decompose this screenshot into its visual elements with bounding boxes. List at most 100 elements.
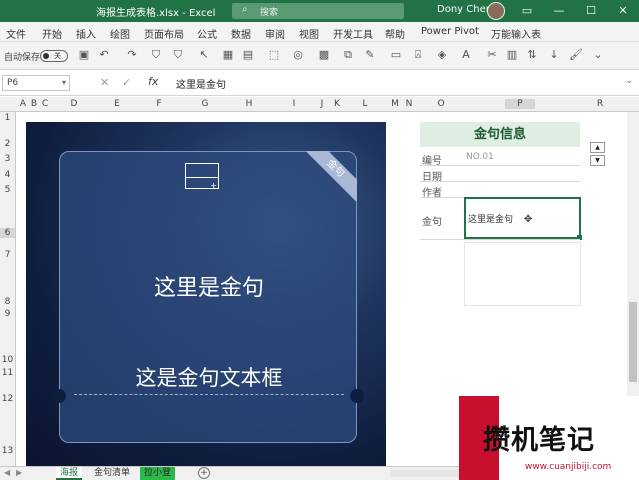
poster-image[interactable]: 金句 这里是金句 这是金句文本框 [26, 122, 386, 466]
column-header[interactable]: I [284, 99, 304, 109]
row-header[interactable]: 4 [0, 170, 15, 180]
row-header[interactable]: 7 [0, 250, 15, 260]
column-header-selected[interactable]: P [505, 99, 535, 109]
title-bar: 海报生成表格.xlsx - Excel ⌕ 搜索 Dony Chen ▭ — ☐… [0, 0, 639, 22]
poster-textbox[interactable]: 这是金句文本框 [60, 362, 358, 392]
menu-insert[interactable]: 插入 [76, 26, 96, 41]
menu-data[interactable]: 数据 [231, 26, 251, 41]
ribbon-display-icon[interactable]: ▭ [514, 2, 540, 20]
maximize-button[interactable]: ☐ [578, 2, 604, 20]
table-icon[interactable]: ▦ [220, 47, 236, 63]
sort-az-icon[interactable]: ↓ [546, 47, 562, 63]
window-title: 海报生成表格.xlsx - Excel [96, 8, 216, 19]
cancel-icon[interactable]: ✕ [100, 76, 109, 89]
shapes-icon[interactable]: ◎ [290, 47, 306, 63]
avatar[interactable] [487, 2, 505, 20]
row-headers: 1 2 3 4 5 6 7 8 9 10 11 12 13 [0, 112, 16, 466]
filter-advanced-icon[interactable]: ⛉ [170, 47, 186, 63]
menu-wanneng[interactable]: 万能输入表 [491, 26, 541, 41]
minimize-button[interactable]: — [546, 2, 572, 20]
field-value-id[interactable]: NO.01 [466, 152, 494, 162]
sheet-tab-laxiaodeng[interactable]: 拉小登 [140, 467, 176, 480]
close-button[interactable]: ✕ [610, 2, 636, 20]
cut-icon[interactable]: ✂ [484, 47, 500, 63]
insert-function-button[interactable]: fx [148, 75, 158, 88]
row-header-selected[interactable]: 6 [0, 228, 15, 238]
row-header[interactable]: 3 [0, 154, 15, 164]
autosave-label: 自动保存 [4, 53, 41, 63]
column-header[interactable]: J [312, 99, 332, 109]
pointer-icon[interactable]: ↖ [196, 47, 212, 63]
edit-icon[interactable]: ✎ [362, 47, 378, 63]
menu-view[interactable]: 视图 [299, 26, 319, 41]
row-header[interactable]: 13 [0, 446, 15, 456]
column-header[interactable]: E [98, 99, 136, 109]
menu-home[interactable]: 开始 [42, 26, 62, 41]
menu-file[interactable]: 文件 [6, 26, 26, 41]
search-box[interactable]: ⌕ 搜索 [232, 3, 404, 19]
sheet-tab-poster[interactable]: 海报 [56, 467, 83, 480]
row-header[interactable]: 11 [0, 368, 15, 378]
menu-page-layout[interactable]: 页面布局 [144, 26, 184, 41]
expand-formula-icon[interactable]: ⌄ [625, 76, 633, 86]
image-icon[interactable]: ▩ [316, 47, 332, 63]
filter-icon[interactable]: ⛉ [148, 47, 164, 63]
column-header[interactable]: D [55, 99, 93, 109]
redo-icon[interactable]: ↷ [124, 47, 140, 63]
spin-down-icon[interactable]: ▼ [590, 155, 605, 166]
column-header[interactable]: O [426, 99, 456, 109]
row-header[interactable]: 2 [0, 139, 15, 149]
row-header[interactable]: 9 [0, 309, 15, 319]
column-header[interactable]: N [402, 99, 416, 109]
add-sheet-button[interactable]: + [198, 467, 210, 479]
customize-qat-icon[interactable]: ⌄ [590, 47, 606, 63]
menu-review[interactable]: 审阅 [265, 26, 285, 41]
crop-icon[interactable]: ⧉ [340, 47, 356, 63]
prev-sheet-icon[interactable]: ◀ [4, 468, 10, 477]
row-header[interactable]: 10 [0, 355, 15, 365]
column-header[interactable]: C [40, 99, 50, 109]
column-header[interactable]: B [29, 99, 39, 109]
formula-input[interactable]: 这里是金句 [176, 76, 226, 91]
poster-quote[interactable]: 这里是金句 [60, 270, 358, 302]
autosave-toggle[interactable]: 关 [40, 50, 68, 62]
empty-cell-region[interactable] [464, 242, 581, 306]
row-header[interactable]: 5 [0, 185, 15, 195]
column-header[interactable]: R [590, 99, 610, 109]
column-header[interactable]: M [388, 99, 402, 109]
menu-developer[interactable]: 开发工具 [333, 26, 373, 41]
sort-icon[interactable]: ⇅ [524, 47, 540, 63]
undo-icon[interactable]: ↶ [96, 47, 112, 63]
name-box[interactable]: P6 [2, 75, 70, 91]
column-header[interactable]: A [18, 99, 28, 109]
save-icon[interactable]: ▣ [76, 47, 92, 63]
chart-icon[interactable]: ▤ [240, 47, 256, 63]
spin-control[interactable]: ▲ ▼ [590, 142, 605, 166]
user-name[interactable]: Dony Chen [437, 4, 492, 15]
wordart-icon[interactable]: ⍓ [410, 47, 426, 63]
row-header[interactable]: 12 [0, 394, 15, 404]
column-header[interactable]: F [140, 99, 178, 109]
column-header[interactable]: K [330, 99, 344, 109]
paste-icon[interactable]: ▥ [504, 47, 520, 63]
column-header[interactable]: L [350, 99, 380, 109]
textbox-icon[interactable]: ▭ [388, 47, 404, 63]
format-painter-icon[interactable]: 🖌 [568, 47, 584, 63]
column-header[interactable]: H [230, 99, 268, 109]
menu-power-pivot[interactable]: Power Pivot [421, 26, 479, 37]
menu-draw[interactable]: 绘图 [110, 26, 130, 41]
spin-up-icon[interactable]: ▲ [590, 142, 605, 153]
fill-color-icon[interactable]: ◈ [434, 47, 450, 63]
row-header[interactable]: 1 [0, 113, 15, 123]
column-header[interactable]: G [186, 99, 224, 109]
font-color-icon[interactable]: A [458, 47, 474, 63]
selected-cell-p6[interactable]: 这里是金句 ✥ [464, 197, 582, 240]
select-icon[interactable]: ⬚ [266, 47, 282, 63]
enter-icon[interactable]: ✓ [122, 76, 131, 89]
row-header[interactable]: 8 [0, 297, 15, 307]
sheet-tab-quote-list[interactable]: 金句清单 [90, 467, 134, 480]
menu-help[interactable]: 帮助 [385, 26, 405, 41]
next-sheet-icon[interactable]: ▶ [16, 468, 22, 477]
menu-formulas[interactable]: 公式 [197, 26, 217, 41]
vertical-scroll-thumb[interactable] [629, 302, 637, 382]
